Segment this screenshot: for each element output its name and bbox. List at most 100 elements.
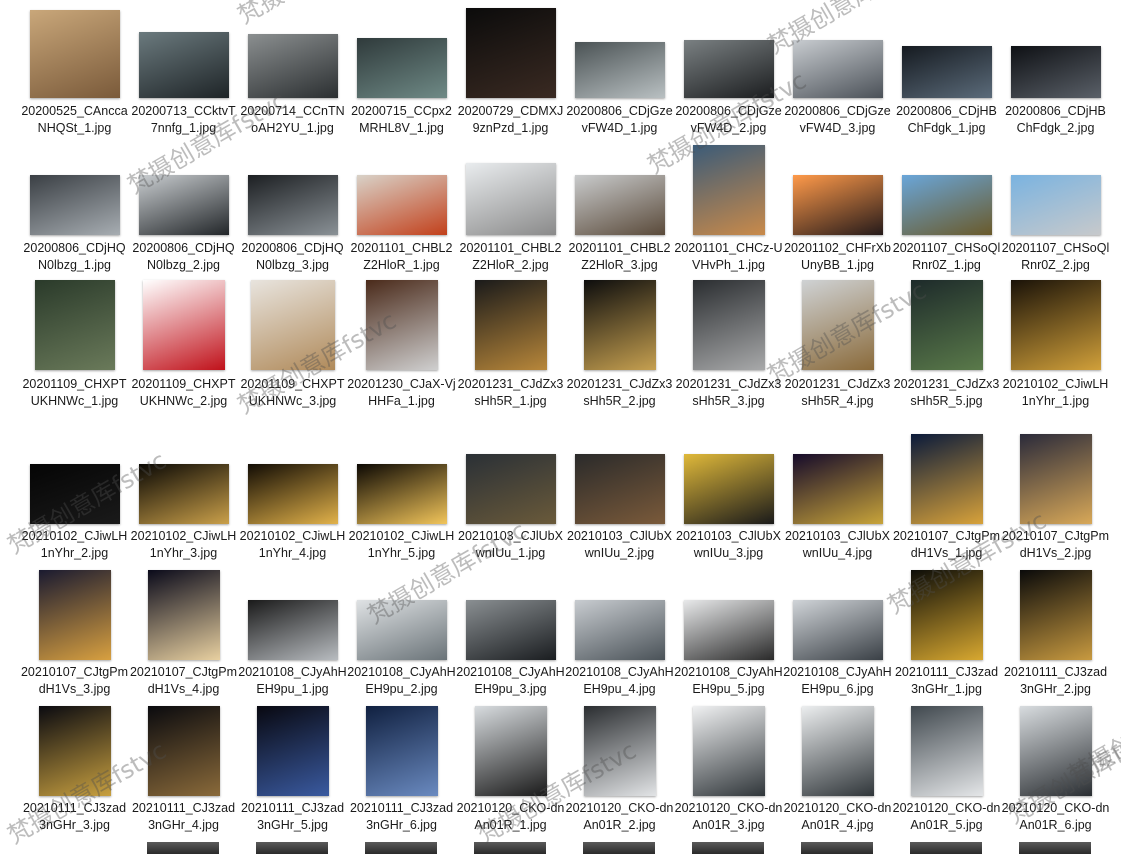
image-thumbnail[interactable]	[34, 280, 115, 370]
file-name-label: 20210103_CJlUbXwnIUu_3.jpg	[676, 529, 781, 560]
image-thumbnail[interactable]	[465, 454, 556, 524]
image-thumbnail-partial[interactable]	[1019, 842, 1091, 854]
image-thumbnail[interactable]	[29, 175, 120, 235]
image-thumbnail[interactable]	[1019, 570, 1092, 660]
image-thumbnail[interactable]	[801, 280, 874, 370]
file-name-label: 20201231_CJdZx3sHh5R_3.jpg	[675, 377, 782, 408]
file-name-label: 20210102_CJiwLH1nYhr_2.jpg	[21, 529, 128, 560]
image-thumbnail[interactable]	[1019, 706, 1092, 796]
image-thumbnail[interactable]	[474, 280, 547, 370]
image-thumbnail-partial[interactable]	[910, 842, 982, 854]
file-name-label: 20200729_CDMXJ9znPzd_1.jpg	[457, 104, 564, 135]
image-thumbnail[interactable]	[692, 280, 765, 370]
image-thumbnail-partial[interactable]	[256, 842, 328, 854]
image-thumbnail[interactable]	[356, 175, 447, 235]
image-thumbnail[interactable]	[583, 706, 656, 796]
image-thumbnail[interactable]	[683, 454, 774, 524]
image-thumbnail[interactable]	[901, 175, 992, 235]
image-thumbnail[interactable]	[1019, 434, 1092, 524]
image-thumbnail[interactable]	[365, 280, 438, 370]
file-name-label: 20200714_CCnTNoAH2YU_1.jpg	[240, 104, 345, 135]
image-thumbnail[interactable]	[801, 706, 874, 796]
image-thumbnail[interactable]	[792, 600, 883, 660]
file-name-label: 20210108_CJyAhHEH9pu_4.jpg	[565, 665, 674, 696]
image-thumbnail[interactable]	[792, 175, 883, 235]
image-thumbnail[interactable]	[692, 706, 765, 796]
image-thumbnail[interactable]	[1010, 175, 1101, 235]
file-name-label: 20210120_CKO-dnAn01R_3.jpg	[674, 801, 783, 832]
image-thumbnail[interactable]	[574, 454, 665, 524]
image-thumbnail[interactable]	[1010, 46, 1101, 98]
file-name-label: 20200525_CAnccaNHQSt_1.jpg	[21, 104, 128, 135]
image-thumbnail[interactable]	[901, 46, 992, 98]
image-thumbnail[interactable]	[138, 175, 229, 235]
image-thumbnail[interactable]	[250, 280, 335, 370]
image-thumbnail[interactable]	[683, 600, 774, 660]
image-thumbnail[interactable]	[356, 600, 447, 660]
file-name-label: 20210107_CJtgPmdH1Vs_4.jpg	[129, 665, 238, 696]
image-thumbnail[interactable]	[356, 38, 447, 98]
image-thumbnail[interactable]	[147, 706, 220, 796]
image-thumbnail[interactable]	[792, 40, 883, 98]
image-thumbnail[interactable]	[142, 280, 225, 370]
image-thumbnail-partial[interactable]	[474, 842, 546, 854]
image-thumbnail[interactable]	[38, 706, 111, 796]
image-thumbnail-partial[interactable]	[583, 842, 655, 854]
image-thumbnail[interactable]	[256, 706, 329, 796]
image-thumbnail[interactable]	[247, 175, 338, 235]
image-thumbnail[interactable]	[910, 280, 983, 370]
watermark-text: 梵摄创意库fstvc	[230, 0, 401, 30]
image-thumbnail[interactable]	[465, 8, 556, 98]
image-thumbnail[interactable]	[910, 706, 983, 796]
file-name-label: 20200806_CDjHQN0lbzg_1.jpg	[23, 241, 126, 272]
image-thumbnail[interactable]	[474, 706, 547, 796]
file-name-label: 20201107_CHSoQlRnr0Z_2.jpg	[1001, 241, 1110, 272]
file-name-label: 20210120_CKO-dnAn01R_6.jpg	[1001, 801, 1110, 832]
file-name-label: 20200715_CCpx2MRHL8V_1.jpg	[351, 104, 452, 135]
file-name-label: 20200806_CDjGzevFW4D_2.jpg	[675, 104, 782, 135]
image-thumbnail[interactable]	[583, 280, 656, 370]
file-name-label: 20210102_CJiwLH1nYhr_3.jpg	[130, 529, 237, 560]
image-thumbnail[interactable]	[692, 145, 765, 235]
file-name-label: 20210120_CKO-dnAn01R_1.jpg	[456, 801, 565, 832]
file-name-label: 20210120_CKO-dnAn01R_2.jpg	[565, 801, 674, 832]
file-name-label: 20201102_CHFrXbUnyBB_1.jpg	[784, 241, 891, 272]
image-thumbnail[interactable]	[574, 600, 665, 660]
file-name-label: 20210107_CJtgPmdH1Vs_3.jpg	[20, 665, 129, 696]
image-thumbnail[interactable]	[465, 163, 556, 235]
image-thumbnail[interactable]	[792, 454, 883, 524]
image-thumbnail[interactable]	[247, 600, 338, 660]
file-name-label: 20201101_CHBL2Z2HloR_3.jpg	[568, 241, 671, 272]
image-thumbnail[interactable]	[574, 42, 665, 98]
file-name-label: 20200806_CDjHQN0lbzg_2.jpg	[132, 241, 235, 272]
image-thumbnail[interactable]	[138, 32, 229, 98]
image-thumbnail-partial[interactable]	[801, 842, 873, 854]
file-name-label: 20201231_CJdZx3sHh5R_5.jpg	[893, 377, 1000, 408]
image-thumbnail[interactable]	[38, 570, 111, 660]
image-thumbnail[interactable]	[910, 434, 983, 524]
image-thumbnail[interactable]	[147, 570, 220, 660]
image-thumbnail[interactable]	[247, 464, 338, 524]
file-name-label: 20210111_CJ3zad3nGHr_5.jpg	[240, 801, 345, 832]
image-thumbnail[interactable]	[365, 706, 438, 796]
image-thumbnail[interactable]	[1010, 280, 1101, 370]
image-thumbnail[interactable]	[683, 40, 774, 98]
image-thumbnail-partial[interactable]	[692, 842, 764, 854]
image-thumbnail[interactable]	[247, 34, 338, 98]
image-thumbnail[interactable]	[138, 464, 229, 524]
file-name-label: 20210107_CJtgPmdH1Vs_2.jpg	[1001, 529, 1110, 560]
image-thumbnail[interactable]	[910, 570, 983, 660]
image-thumbnail[interactable]	[356, 464, 447, 524]
image-thumbnail[interactable]	[574, 175, 665, 235]
file-name-label: 20201101_CHCz-UVHvPh_1.jpg	[674, 241, 783, 272]
file-name-label: 20201230_CJaX-VjHHFa_1.jpg	[347, 377, 456, 408]
file-name-label: 20210108_CJyAhHEH9pu_5.jpg	[674, 665, 783, 696]
image-thumbnail-partial[interactable]	[147, 842, 219, 854]
image-thumbnail-partial[interactable]	[365, 842, 437, 854]
image-thumbnail[interactable]	[465, 600, 556, 660]
file-name-label: 20210111_CJ3zad3nGHr_1.jpg	[894, 665, 999, 696]
file-name-label: 20210103_CJlUbXwnIUu_2.jpg	[567, 529, 672, 560]
file-name-label: 20210120_CKO-dnAn01R_5.jpg	[892, 801, 1001, 832]
image-thumbnail[interactable]	[29, 464, 120, 524]
image-thumbnail[interactable]	[29, 10, 120, 98]
